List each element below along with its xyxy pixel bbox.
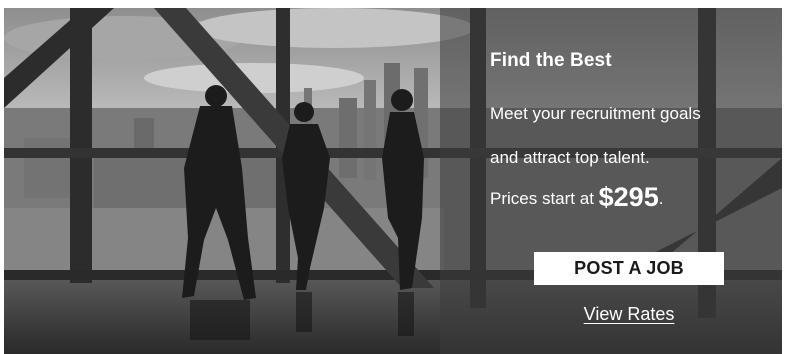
price-line: Prices start at $295.	[490, 182, 663, 213]
post-a-job-button[interactable]: POST A JOB	[534, 252, 724, 285]
view-rates-link[interactable]: View Rates	[490, 304, 768, 325]
price-value: $295	[598, 182, 659, 212]
tagline-line-2: and attract top talent.	[490, 148, 650, 167]
price-suffix: .	[658, 189, 664, 208]
price-prefix: Prices start at	[490, 189, 599, 208]
tagline-line-1: Meet your recruitment goals	[490, 104, 701, 123]
recruitment-banner: Find the Best Meet your recruitment goal…	[4, 8, 782, 354]
headline: Find the Best	[490, 50, 612, 71]
banner-content: Find the Best Meet your recruitment goal…	[490, 8, 780, 354]
